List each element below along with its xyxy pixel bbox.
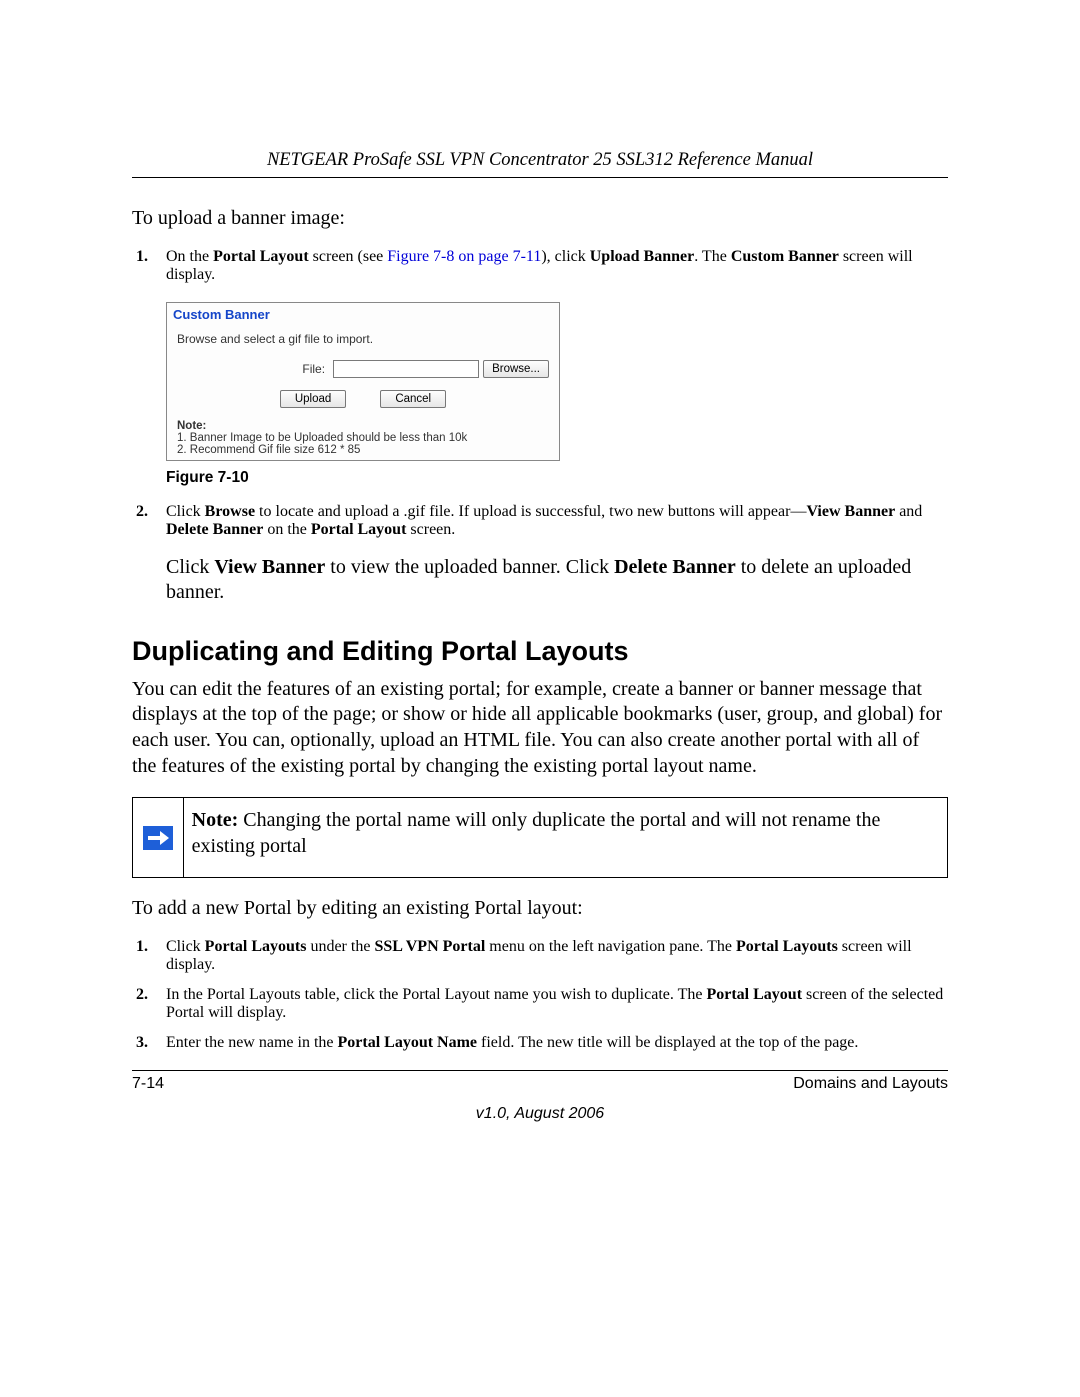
note-heading: Note:	[177, 420, 549, 432]
chapter-name: Domains and Layouts	[793, 1075, 948, 1093]
text: On the	[166, 248, 213, 265]
text: screen (see	[309, 248, 388, 265]
bold: Portal Layout	[213, 248, 309, 265]
screenshot-note: Note: 1. Banner Image to be Uploaded sho…	[167, 420, 559, 456]
header-rule	[132, 177, 948, 178]
cancel-button[interactable]: Cancel	[380, 390, 446, 408]
figure-caption: Figure 7-10	[166, 469, 948, 487]
text: ), click	[541, 248, 589, 265]
note-body: Changing the portal name will only dupli…	[192, 809, 881, 857]
step-number: 1.	[136, 938, 148, 956]
bold: Portal Layouts	[736, 938, 838, 955]
bold: Portal Layout	[706, 986, 802, 1003]
text: Enter the new name in the	[166, 1034, 338, 1051]
bold: View Banner	[214, 556, 325, 578]
bold: View Banner	[806, 503, 895, 520]
bold: Portal Layouts	[205, 938, 307, 955]
step-1: 1. On the Portal Layout screen (see Figu…	[166, 248, 948, 284]
bold: Portal Layout Name	[338, 1034, 478, 1051]
step-number: 2.	[136, 503, 148, 521]
step-number: 2.	[136, 986, 148, 1004]
action-row: Upload Cancel	[167, 388, 559, 420]
text: Click	[166, 938, 205, 955]
custom-banner-screenshot: Custom Banner Browse and select a gif fi…	[166, 302, 560, 461]
text: Click	[166, 503, 205, 520]
file-label: File:	[302, 362, 325, 376]
footer-rule	[132, 1070, 948, 1071]
text: on the	[263, 521, 311, 538]
step-2-followup: Click View Banner to view the uploaded b…	[166, 555, 948, 606]
upload-steps: 1. On the Portal Layout screen (see Figu…	[132, 248, 948, 284]
add-step-3: 3. Enter the new name in the Portal Layo…	[166, 1034, 948, 1052]
text: under the	[306, 938, 374, 955]
figure-7-10: Custom Banner Browse and select a gif fi…	[166, 302, 948, 461]
page: NETGEAR ProSafe SSL VPN Concentrator 25 …	[0, 0, 1080, 1397]
bold: Delete Banner	[614, 556, 736, 578]
upload-intro: To upload a banner image:	[132, 206, 948, 232]
upload-steps-cont: 2. Click Browse to locate and upload a .…	[132, 503, 948, 539]
bold: Custom Banner	[731, 248, 839, 265]
add-portal-steps: 1. Click Portal Layouts under the SSL VP…	[132, 938, 948, 1052]
section-heading: Duplicating and Editing Portal Layouts	[132, 636, 948, 667]
note-callout: Note: Changing the portal name will only…	[132, 797, 948, 878]
page-number: 7-14	[132, 1075, 164, 1093]
arrow-right-icon	[143, 826, 173, 850]
text: menu on the left navigation pane. The	[485, 938, 736, 955]
section-para: You can edit the features of an existing…	[132, 677, 948, 779]
note-icon-cell	[133, 798, 184, 877]
step-number: 1.	[136, 248, 148, 266]
text: screen.	[406, 521, 455, 538]
screenshot-instruction: Browse and select a gif file to import.	[167, 332, 559, 360]
footer-version: v1.0, August 2006	[132, 1105, 948, 1123]
note-line-1: 1. Banner Image to be Uploaded should be…	[177, 432, 549, 444]
cross-ref-link[interactable]: Figure 7-8 on page 7-11	[387, 248, 541, 265]
add-portal-intro: To add a new Portal by editing an existi…	[132, 896, 948, 922]
bold: Browse	[205, 503, 255, 520]
upload-button[interactable]: Upload	[280, 390, 346, 408]
text: to locate and upload a .gif file. If upl…	[255, 503, 806, 520]
footer-row: 7-14 Domains and Layouts	[132, 1075, 948, 1093]
text: . The	[694, 248, 731, 265]
bold: SSL VPN Portal	[374, 938, 485, 955]
text: field. The new title will be displayed a…	[477, 1034, 858, 1051]
text: In the Portal Layouts table, click the P…	[166, 986, 706, 1003]
note-line-2: 2. Recommend Gif file size 612 * 85	[177, 444, 549, 456]
screenshot-title: Custom Banner	[167, 303, 559, 332]
text: to view the uploaded banner. Click	[325, 556, 614, 578]
note-label: Note:	[192, 809, 239, 831]
bold: Portal Layout	[311, 521, 407, 538]
file-row: File: Browse...	[167, 360, 559, 388]
file-input[interactable]	[333, 360, 479, 378]
bold: Upload Banner	[590, 248, 694, 265]
step-number: 3.	[136, 1034, 148, 1052]
note-text: Note: Changing the portal name will only…	[184, 798, 947, 877]
bold: Delete Banner	[166, 521, 263, 538]
text: Click	[166, 556, 214, 578]
text: and	[895, 503, 922, 520]
add-step-2: 2. In the Portal Layouts table, click th…	[166, 986, 948, 1022]
step-2: 2. Click Browse to locate and upload a .…	[166, 503, 948, 539]
browse-button[interactable]: Browse...	[483, 360, 549, 378]
add-step-1: 1. Click Portal Layouts under the SSL VP…	[166, 938, 948, 974]
running-head: NETGEAR ProSafe SSL VPN Concentrator 25 …	[132, 150, 948, 171]
